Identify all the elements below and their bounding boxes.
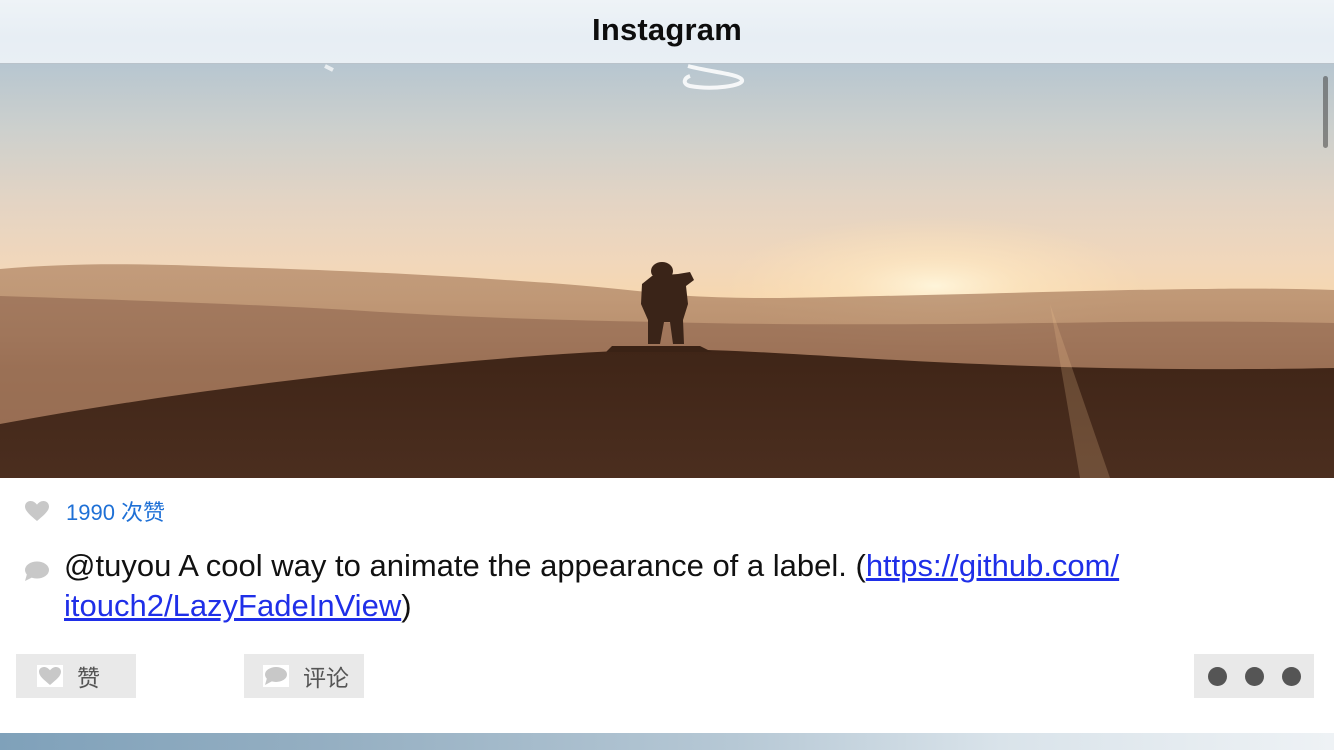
scroll-indicator[interactable] [1323,76,1328,148]
next-post-photo[interactable] [0,733,1334,750]
like-button-label: 赞 [77,665,100,691]
caption-body: @tuyou A cool way to animate the appeara… [64,548,866,583]
more-dots-icon [1281,666,1301,686]
comment-button[interactable]: 评论 [244,654,364,698]
likes-row: 1990 次赞 [24,494,165,528]
caption-suffix: ) [401,588,412,623]
more-dots-icon [1244,666,1264,686]
heart-icon [37,665,63,687]
more-dots-icon [1207,666,1227,686]
caption-text: @tuyou A cool way to animate the appeara… [64,546,1284,626]
comment-bubble-icon [24,560,50,582]
comment-button-label: 评论 [303,665,349,691]
nav-title: Instagram [592,12,742,47]
photo-landscape-illustration [0,64,1334,478]
navigation-bar: Instagram [0,0,1334,64]
more-options-button[interactable] [1194,654,1314,698]
post-photo[interactable] [0,64,1334,478]
comment-bubble-icon [263,665,289,687]
like-button[interactable]: 赞 [16,654,136,698]
heart-icon [24,500,50,522]
likes-count[interactable]: 1990 次赞 [66,495,165,527]
